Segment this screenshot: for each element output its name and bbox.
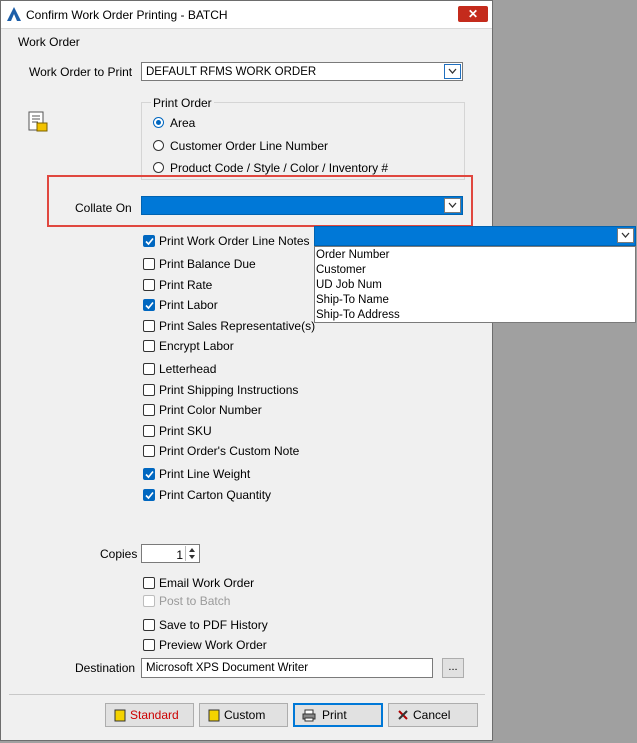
radio-customer-order-line-number[interactable] bbox=[153, 140, 164, 151]
close-button[interactable]: ✕ bbox=[458, 6, 488, 22]
checkbox-print-sales-representatives[interactable] bbox=[143, 320, 155, 332]
checkbox-print-color-number[interactable] bbox=[143, 404, 155, 416]
checkbox-save-to-pdf-history[interactable] bbox=[143, 619, 155, 631]
destination-input[interactable]: Microsoft XPS Document Writer bbox=[141, 658, 433, 678]
work-order-to-print-select[interactable]: DEFAULT RFMS WORK ORDER bbox=[141, 62, 463, 81]
app-logo-icon bbox=[7, 7, 21, 21]
collate-on-label: Collate On bbox=[75, 201, 132, 215]
button-separator bbox=[9, 694, 485, 695]
chevron-down-icon[interactable] bbox=[444, 198, 461, 213]
checkbox-letterhead-label[interactable]: Letterhead bbox=[159, 362, 216, 376]
checkbox-print-line-weight-label[interactable]: Print Line Weight bbox=[159, 467, 250, 481]
copies-value: 1 bbox=[176, 548, 183, 562]
printer-icon bbox=[302, 709, 316, 722]
cancel-x-icon bbox=[398, 710, 408, 720]
window-title: Confirm Work Order Printing - BATCH bbox=[26, 8, 228, 22]
checkbox-print-labor[interactable] bbox=[143, 299, 155, 311]
checkbox-print-carton-quantity-label[interactable]: Print Carton Quantity bbox=[159, 488, 271, 502]
checkbox-email-work-order-label[interactable]: Email Work Order bbox=[159, 576, 254, 590]
destination-value: Microsoft XPS Document Writer bbox=[146, 662, 309, 674]
custom-button-label: Custom bbox=[224, 708, 266, 722]
checkbox-print-balance-due[interactable] bbox=[143, 258, 155, 270]
checkbox-print-work-order-line-notes-label[interactable]: Print Work Order Line Notes bbox=[159, 234, 310, 248]
cancel-button-label: Cancel bbox=[413, 708, 451, 722]
radio-area[interactable] bbox=[153, 117, 164, 128]
work-order-to-print-value: DEFAULT RFMS WORK ORDER bbox=[146, 66, 317, 78]
collate-on-select[interactable] bbox=[141, 196, 463, 215]
cancel-button[interactable]: Cancel bbox=[388, 703, 478, 727]
dropdown-option-order-number[interactable]: Order Number bbox=[316, 249, 390, 261]
checkbox-print-orders-custom-note[interactable] bbox=[143, 445, 155, 457]
copies-stepper[interactable]: 1 bbox=[141, 544, 200, 563]
copies-label: Copies bbox=[100, 547, 138, 561]
radio-product-code[interactable] bbox=[153, 162, 164, 173]
collate-dropdown-header[interactable] bbox=[314, 226, 636, 246]
checkbox-encrypt-labor-label[interactable]: Encrypt Labor bbox=[159, 339, 234, 353]
custom-button[interactable]: Custom bbox=[199, 703, 288, 727]
checkbox-preview-work-order-label[interactable]: Preview Work Order bbox=[159, 638, 267, 652]
dropdown-option-ship-to-address[interactable]: Ship-To Address bbox=[316, 309, 400, 321]
stepper-arrows[interactable] bbox=[185, 546, 198, 561]
dropdown-option-ship-to-name[interactable]: Ship-To Name bbox=[316, 294, 389, 306]
print-button[interactable]: Print bbox=[293, 703, 383, 727]
checkbox-print-orders-custom-note-label[interactable]: Print Order's Custom Note bbox=[159, 444, 299, 458]
chevron-down-icon[interactable] bbox=[444, 64, 461, 79]
checkbox-print-color-number-label[interactable]: Print Color Number bbox=[159, 403, 262, 417]
chevron-down-icon[interactable] bbox=[617, 228, 634, 243]
checkbox-print-sku-label[interactable]: Print SKU bbox=[159, 424, 212, 438]
checkbox-print-carton-quantity[interactable] bbox=[143, 489, 155, 501]
checkbox-print-shipping-instructions[interactable] bbox=[143, 384, 155, 396]
checkbox-print-line-weight[interactable] bbox=[143, 468, 155, 480]
checkbox-letterhead[interactable] bbox=[143, 363, 155, 375]
checkbox-encrypt-labor[interactable] bbox=[143, 340, 155, 352]
checkbox-print-work-order-line-notes[interactable] bbox=[143, 235, 155, 247]
checkbox-print-shipping-instructions-label[interactable]: Print Shipping Instructions bbox=[159, 383, 298, 397]
destination-label: Destination bbox=[75, 661, 136, 675]
group-label-work-order: Work Order bbox=[18, 35, 80, 49]
print-button-label: Print bbox=[322, 708, 347, 722]
standard-button-label: Standard bbox=[130, 708, 179, 722]
checkbox-print-rate-label[interactable]: Print Rate bbox=[159, 278, 212, 292]
checkbox-save-to-pdf-history-label[interactable]: Save to PDF History bbox=[159, 618, 268, 632]
document-yellow-icon bbox=[208, 709, 220, 722]
document-icon bbox=[28, 111, 48, 132]
checkbox-post-to-batch bbox=[143, 595, 155, 607]
destination-browse-button[interactable]: ... bbox=[442, 658, 464, 678]
radio-area-label[interactable]: Area bbox=[170, 116, 195, 130]
dropdown-option-ud-job-num[interactable]: UD Job Num bbox=[316, 279, 382, 291]
checkbox-print-labor-label[interactable]: Print Labor bbox=[159, 298, 218, 312]
standard-button[interactable]: Standard bbox=[105, 703, 194, 727]
collate-dropdown-list: Order Number Customer UD Job Num Ship-To… bbox=[314, 246, 636, 323]
checkbox-print-sales-representatives-label[interactable]: Print Sales Representative(s) bbox=[159, 319, 315, 333]
work-order-to-print-label: Work Order to Print bbox=[29, 65, 133, 79]
radio-product-code-label[interactable]: Product Code / Style / Color / Inventory… bbox=[170, 161, 388, 175]
document-yellow-icon bbox=[114, 709, 126, 722]
print-order-legend: Print Order bbox=[151, 96, 214, 110]
checkbox-print-balance-due-label[interactable]: Print Balance Due bbox=[159, 257, 256, 271]
dropdown-option-customer[interactable]: Customer bbox=[316, 264, 366, 276]
checkbox-post-to-batch-label: Post to Batch bbox=[159, 594, 231, 608]
title-bar[interactable]: Confirm Work Order Printing - BATCH ✕ bbox=[1, 1, 492, 29]
stepper-up-down-icon[interactable] bbox=[186, 546, 198, 561]
checkbox-preview-work-order[interactable] bbox=[143, 639, 155, 651]
checkbox-print-sku[interactable] bbox=[143, 425, 155, 437]
dialog-window: Confirm Work Order Printing - BATCH ✕ Wo… bbox=[0, 0, 493, 741]
checkbox-email-work-order[interactable] bbox=[143, 577, 155, 589]
checkbox-print-rate[interactable] bbox=[143, 279, 155, 291]
radio-customer-order-line-number-label[interactable]: Customer Order Line Number bbox=[170, 139, 328, 153]
